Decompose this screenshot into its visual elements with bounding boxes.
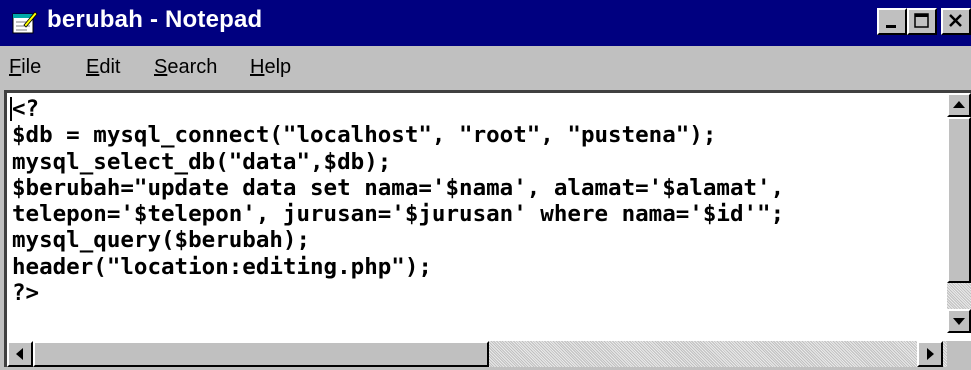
code-line: header("location:editing.php"); — [12, 253, 432, 280]
menu-file-label: ile — [21, 56, 42, 78]
scroll-down-button[interactable] — [947, 309, 971, 333]
vertical-scrollbar[interactable] — [947, 93, 971, 333]
close-button[interactable] — [941, 8, 971, 35]
menu-edit[interactable]: Edit — [86, 56, 120, 79]
menu-file-mnemonic: F — [9, 56, 22, 78]
maximize-button[interactable] — [907, 8, 937, 35]
maximize-icon — [914, 13, 929, 28]
arrow-up-icon — [953, 101, 965, 108]
menu-bar: File Edit Search Help — [0, 48, 971, 88]
menu-search-mnemonic: S — [154, 56, 168, 78]
menu-help[interactable]: Help — [250, 56, 291, 79]
menu-search[interactable]: Search — [154, 56, 217, 79]
code-line: mysql_select_db("data",$db); — [12, 148, 392, 175]
menu-file[interactable]: File — [9, 56, 41, 79]
scroll-right-button[interactable] — [917, 341, 943, 367]
title-bar[interactable]: berubah - Notepad — [0, 0, 971, 46]
notepad-icon[interactable] — [10, 9, 38, 35]
code-line: <? — [12, 96, 40, 122]
size-grip[interactable] — [947, 341, 971, 367]
code-line: $db = mysql_connect("localhost", "root",… — [12, 122, 717, 149]
scroll-left-button[interactable] — [7, 341, 33, 367]
menu-help-mnemonic: H — [250, 56, 265, 78]
code-line: telepon='$telepon', jurusan='$jurusan' w… — [12, 201, 785, 228]
text-editor[interactable]: <? $db = mysql_connect("localhost", "roo… — [4, 90, 971, 367]
horizontal-scrollbar[interactable] — [7, 341, 947, 367]
menu-edit-mnemonic: E — [86, 56, 100, 78]
code-line: mysql_query($berubah); — [12, 227, 311, 254]
arrow-left-icon — [16, 348, 23, 360]
scroll-up-button[interactable] — [947, 93, 971, 117]
arrow-down-icon — [953, 318, 965, 325]
menu-search-label: earch — [167, 56, 218, 78]
minimize-button[interactable] — [877, 8, 907, 35]
window-title: berubah - Notepad — [47, 6, 263, 33]
vertical-scroll-thumb[interactable] — [947, 117, 971, 283]
menu-edit-label: dit — [99, 56, 121, 78]
code-line: $berubah="update data set nama='$nama', … — [12, 174, 785, 201]
close-icon — [949, 14, 962, 27]
code-line: ?> — [12, 280, 40, 307]
editor-content[interactable]: <? $db = mysql_connect("localhost", "roo… — [12, 96, 784, 306]
horizontal-scroll-thumb[interactable] — [33, 341, 489, 367]
menu-help-label: elp — [264, 56, 292, 78]
minimize-icon — [886, 25, 896, 28]
notepad-window: berubah - Notepad File Edit Search Help … — [0, 0, 971, 367]
arrow-right-icon — [927, 348, 934, 360]
